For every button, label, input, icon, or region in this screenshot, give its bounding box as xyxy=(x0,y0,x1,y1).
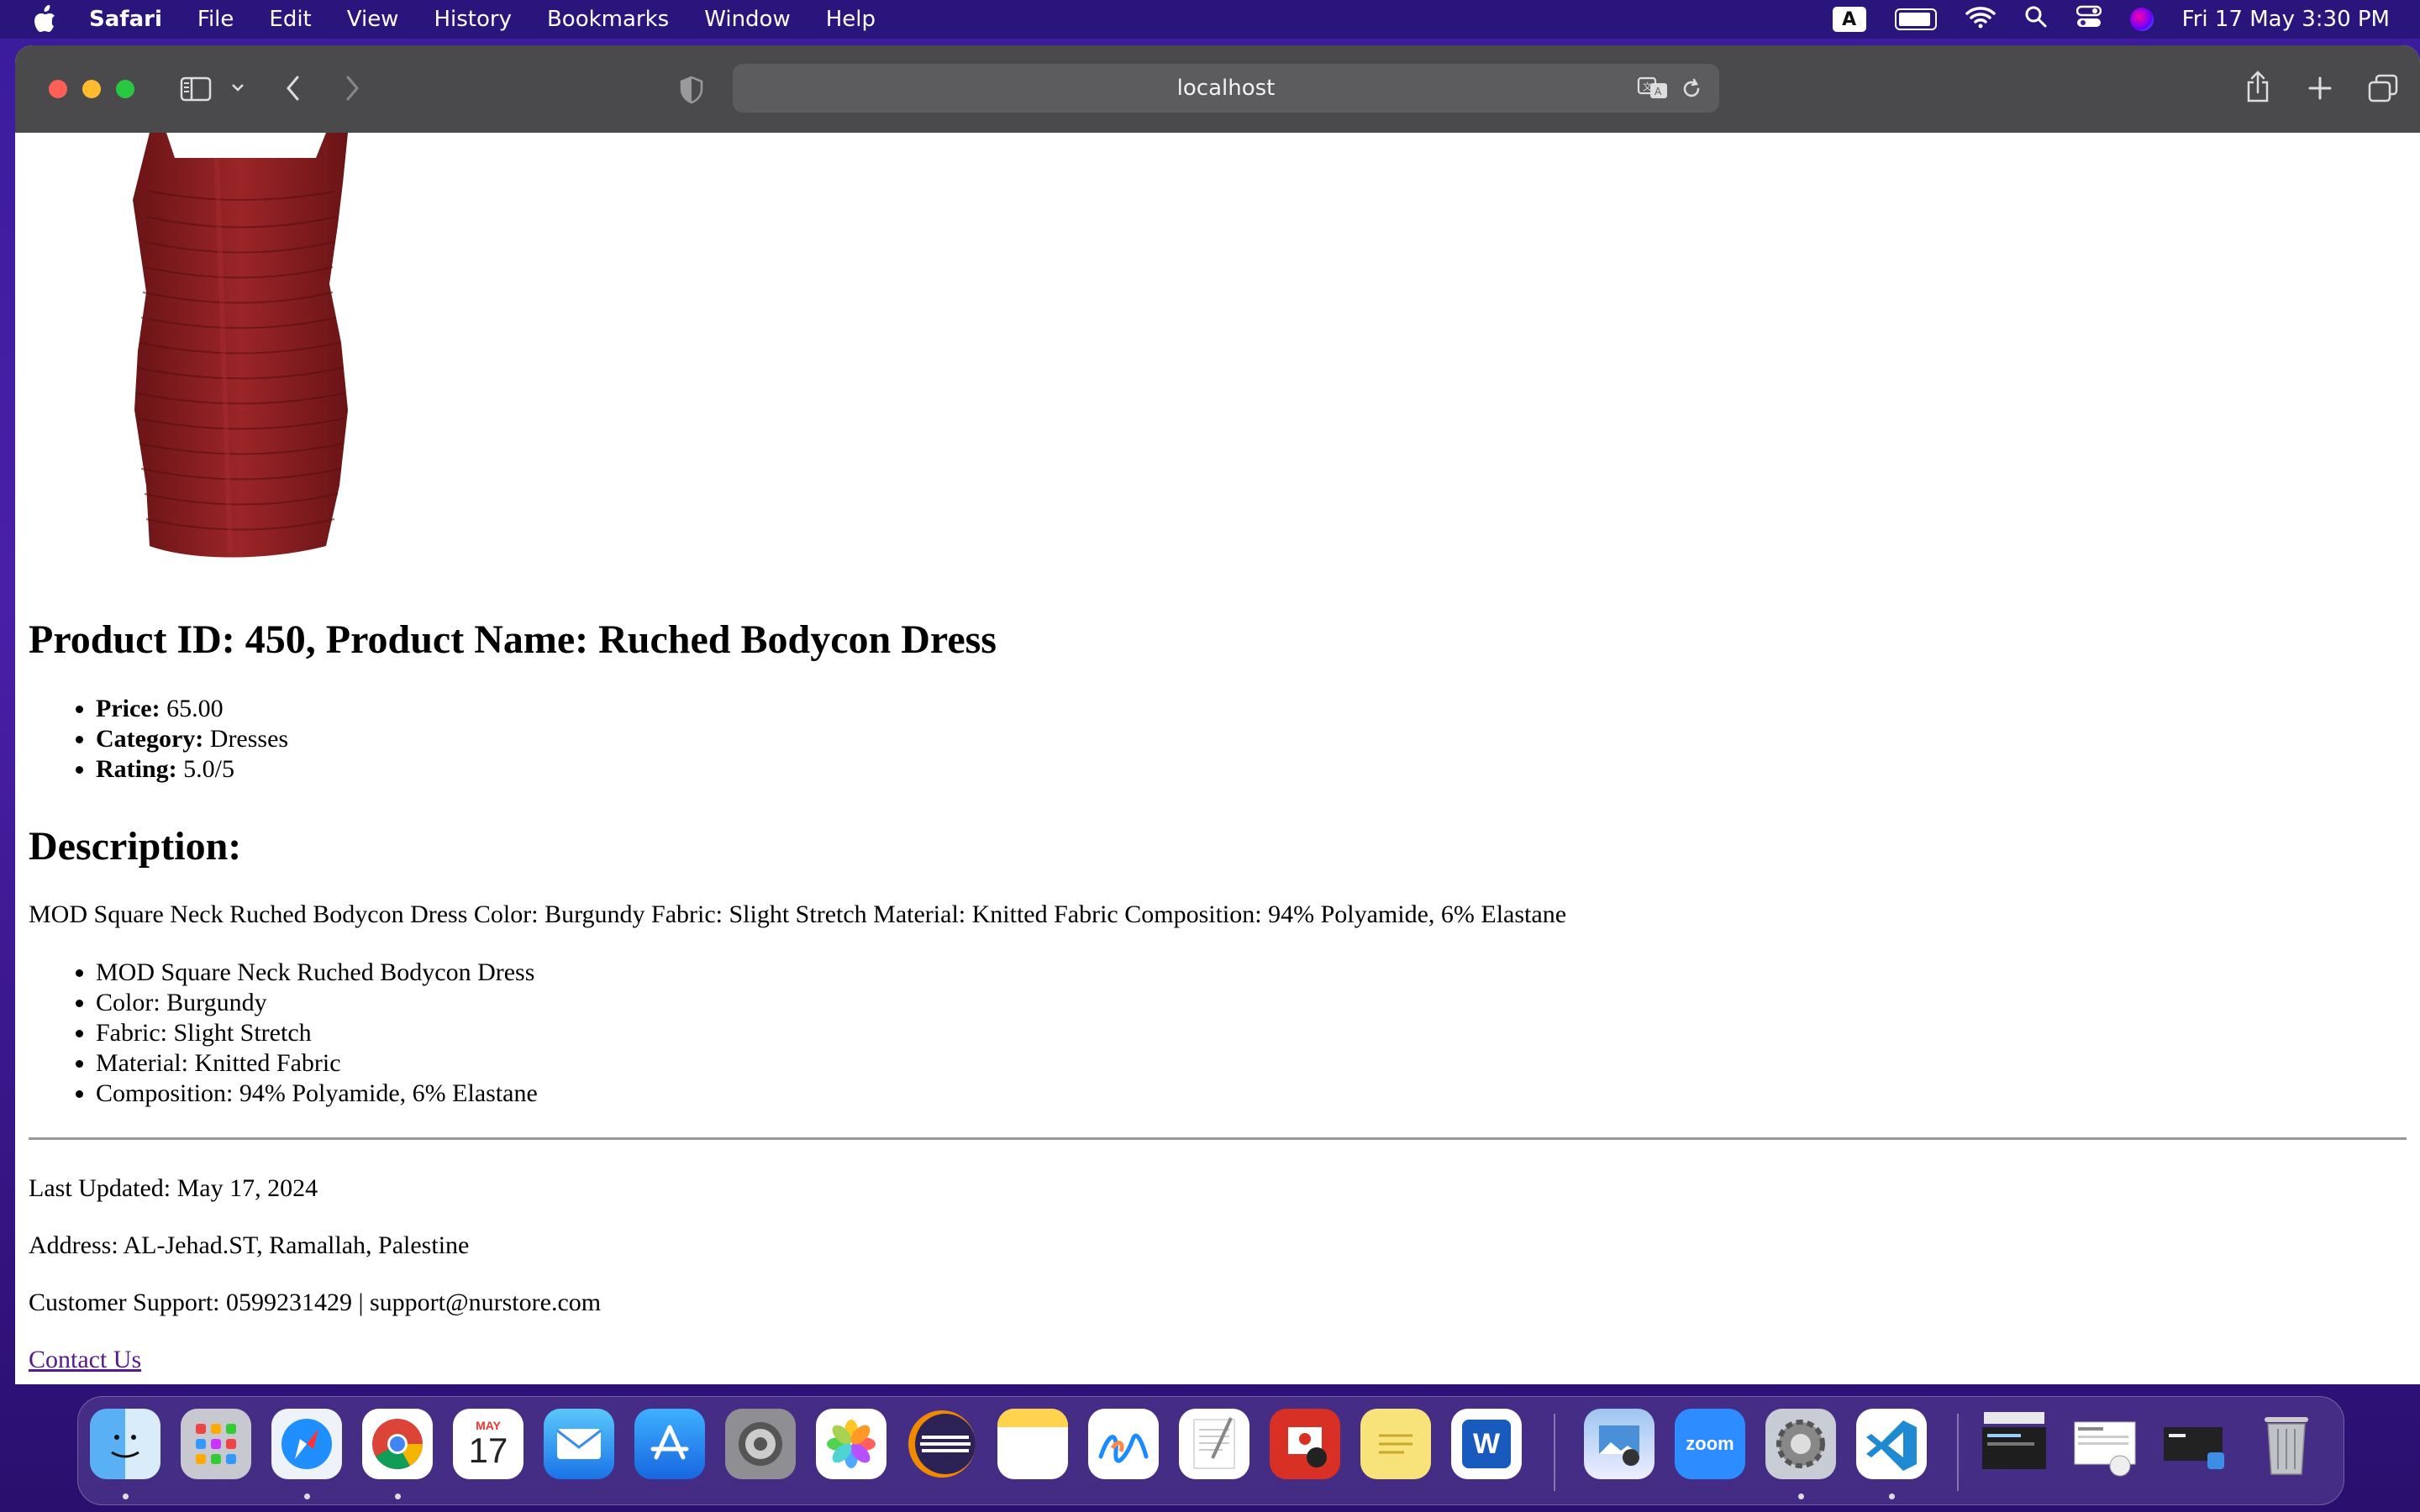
description-heading: Description: xyxy=(29,824,242,869)
page-content: Product ID: 450, Product Name: Ruched Bo… xyxy=(15,133,2420,1384)
word-letter: W xyxy=(1462,1420,1511,1468)
downloads-stack-thumbnail[interactable] xyxy=(2160,1409,2231,1479)
list-item: Material: Knitted Fabric xyxy=(96,1048,538,1079)
category-item: Category: Dresses xyxy=(96,724,288,754)
svg-text:文: 文 xyxy=(1643,81,1652,92)
notes-header xyxy=(997,1409,1068,1427)
sidebar-toggle-icon[interactable] xyxy=(180,76,212,102)
menu-view[interactable]: View xyxy=(347,7,399,32)
address-text: Address: AL-Jehad.ST, Ramallah, Palestin… xyxy=(29,1231,470,1259)
chrome-icon[interactable] xyxy=(362,1409,433,1479)
running-indicator xyxy=(395,1494,401,1499)
finder-icon[interactable] xyxy=(90,1409,160,1479)
safari-window: localhost 文A Product ID: 450, Product Na… xyxy=(15,45,2420,1384)
list-item: MOD Square Neck Ruched Bodycon Dress xyxy=(96,958,538,988)
list-item: Composition: 94% Polyamide, 6% Elastane xyxy=(96,1079,538,1109)
category-value: Dresses xyxy=(209,725,289,753)
rating-label: Rating: xyxy=(96,755,177,783)
app-store-icon[interactable] xyxy=(634,1409,705,1479)
list-item: Fabric: Slight Stretch xyxy=(96,1018,538,1048)
forward-button[interactable] xyxy=(343,74,361,102)
launchpad-icon[interactable] xyxy=(181,1409,251,1479)
rating-item: Rating: 5.0/5 xyxy=(96,754,288,785)
chevron-down-icon[interactable] xyxy=(230,81,245,94)
privacy-shield-icon[interactable] xyxy=(679,76,704,104)
vscode-icon[interactable] xyxy=(1856,1409,1927,1479)
zoom-label: zoom xyxy=(1686,1433,1734,1454)
contact-us-link[interactable]: Contact Us xyxy=(29,1346,141,1373)
running-indicator xyxy=(1889,1494,1895,1499)
url-text[interactable]: localhost xyxy=(1177,76,1276,101)
zoom-window-button[interactable] xyxy=(116,80,134,98)
mail-icon[interactable] xyxy=(544,1409,614,1479)
zoom-icon[interactable]: zoom xyxy=(1675,1409,1745,1479)
product-info-list: Price: 65.00 Category: Dresses Rating: 5… xyxy=(29,694,288,785)
minimize-window-button[interactable] xyxy=(82,80,101,98)
battery-icon[interactable] xyxy=(1894,8,1937,30)
menu-history[interactable]: History xyxy=(434,7,512,32)
price-item: Price: 65.00 xyxy=(96,694,288,724)
menu-bar: Safari File Edit View History Bookmarks … xyxy=(0,0,2420,39)
system-settings-icon[interactable] xyxy=(725,1409,796,1479)
category-label: Category: xyxy=(96,725,204,753)
wifi-icon[interactable] xyxy=(1965,5,1996,34)
safari-icon[interactable] xyxy=(271,1409,342,1479)
freeform-icon[interactable] xyxy=(1088,1409,1159,1479)
last-updated-text: Last Updated: May 17, 2024 xyxy=(29,1174,318,1202)
dock-separator xyxy=(1554,1414,1555,1491)
photos-icon[interactable] xyxy=(816,1409,886,1479)
list-item: Color: Burgundy xyxy=(96,988,538,1018)
calendar-icon[interactable]: MAY 17 xyxy=(453,1409,523,1479)
svg-text:A: A xyxy=(1655,86,1662,97)
spotlight-search-icon[interactable] xyxy=(2024,5,2048,34)
notes-icon[interactable] xyxy=(997,1409,1068,1479)
address-bar[interactable]: localhost 文A xyxy=(733,64,1719,113)
product-heading: Product ID: 450, Product Name: Ruched Bo… xyxy=(29,617,997,662)
price-label: Price: xyxy=(96,695,160,722)
menu-window[interactable]: Window xyxy=(704,7,791,32)
description-text: MOD Square Neck Ruched Bodycon Dress Col… xyxy=(29,900,1567,928)
menu-bookmarks[interactable]: Bookmarks xyxy=(547,7,669,32)
menu-help[interactable]: Help xyxy=(826,7,876,32)
recent-window-thumbnail[interactable] xyxy=(1979,1409,2049,1479)
photo-booth-icon[interactable] xyxy=(1270,1409,1340,1479)
support-text: Customer Support: 0599231429 | support@n… xyxy=(29,1289,602,1316)
system-preferences-icon[interactable] xyxy=(1765,1409,1836,1479)
siri-icon[interactable] xyxy=(2129,8,2154,31)
menu-app-name[interactable]: Safari xyxy=(89,7,162,32)
share-icon[interactable] xyxy=(2245,71,2270,104)
price-value: 65.00 xyxy=(166,695,224,722)
new-tab-icon[interactable] xyxy=(2307,76,2333,101)
close-window-button[interactable] xyxy=(49,80,67,98)
input-source-indicator[interactable]: A xyxy=(1832,7,1866,32)
product-image xyxy=(133,133,348,558)
calendar-day: 17 xyxy=(468,1431,508,1470)
control-center-icon[interactable] xyxy=(2075,5,2102,34)
word-icon[interactable]: W xyxy=(1451,1409,1522,1479)
running-indicator xyxy=(304,1494,310,1499)
running-indicator xyxy=(123,1494,129,1499)
textedit-icon[interactable] xyxy=(1179,1409,1249,1479)
browser-toolbar: localhost 文A xyxy=(15,45,2420,134)
translate-icon[interactable]: 文A xyxy=(1637,76,1669,101)
footer-divider xyxy=(29,1137,2407,1140)
back-button[interactable] xyxy=(284,74,302,102)
status-area: A Fri 17 May 3:30 PM xyxy=(1832,0,2390,39)
rating-value: 5.0/5 xyxy=(183,755,235,783)
dock-separator xyxy=(1957,1414,1959,1491)
eclipse-icon[interactable] xyxy=(907,1409,977,1479)
menu-file[interactable]: File xyxy=(197,7,234,32)
running-indicator xyxy=(1798,1494,1804,1499)
trash-icon[interactable] xyxy=(2251,1409,2322,1479)
reload-icon[interactable] xyxy=(1681,77,1702,101)
stickies-icon[interactable] xyxy=(1360,1409,1431,1479)
menu-edit[interactable]: Edit xyxy=(269,7,311,32)
menu-clock[interactable]: Fri 17 May 3:30 PM xyxy=(2182,7,2390,32)
recent-document-thumbnail[interactable] xyxy=(2070,1409,2140,1479)
dock: MAY 17 W zoom xyxy=(77,1396,2344,1505)
feature-list: MOD Square Neck Ruched Bodycon Dress Col… xyxy=(29,958,538,1109)
apple-menu-icon[interactable] xyxy=(32,5,64,34)
preview-icon[interactable] xyxy=(1584,1409,1655,1479)
tab-overview-icon[interactable] xyxy=(2368,74,2398,102)
